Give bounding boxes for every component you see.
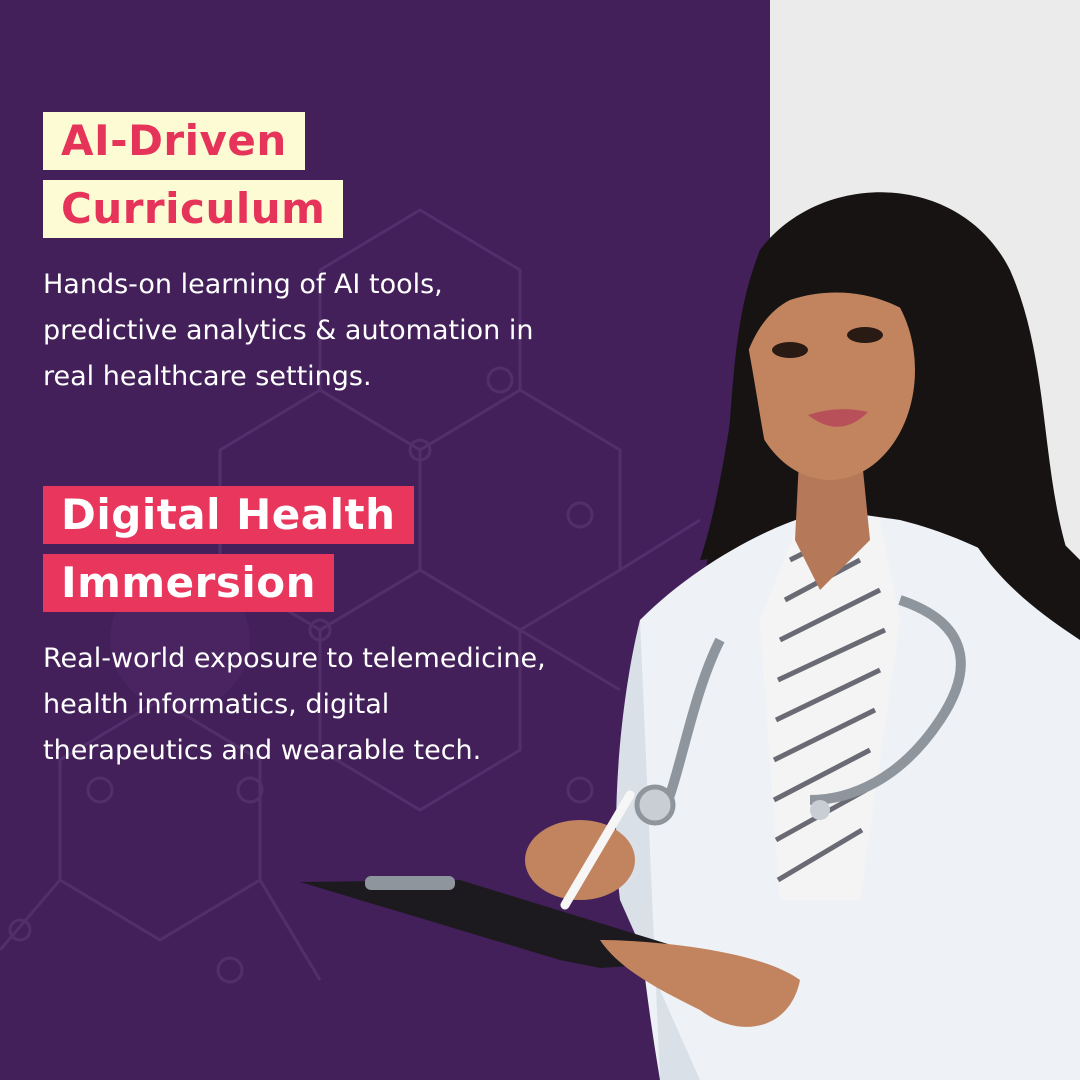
doctor-photo bbox=[300, 192, 1080, 1080]
promo-graphic: AI-Driven Curriculum Hands-on learning o… bbox=[0, 0, 1080, 1080]
heading-highlight: AI-Driven bbox=[43, 112, 305, 170]
